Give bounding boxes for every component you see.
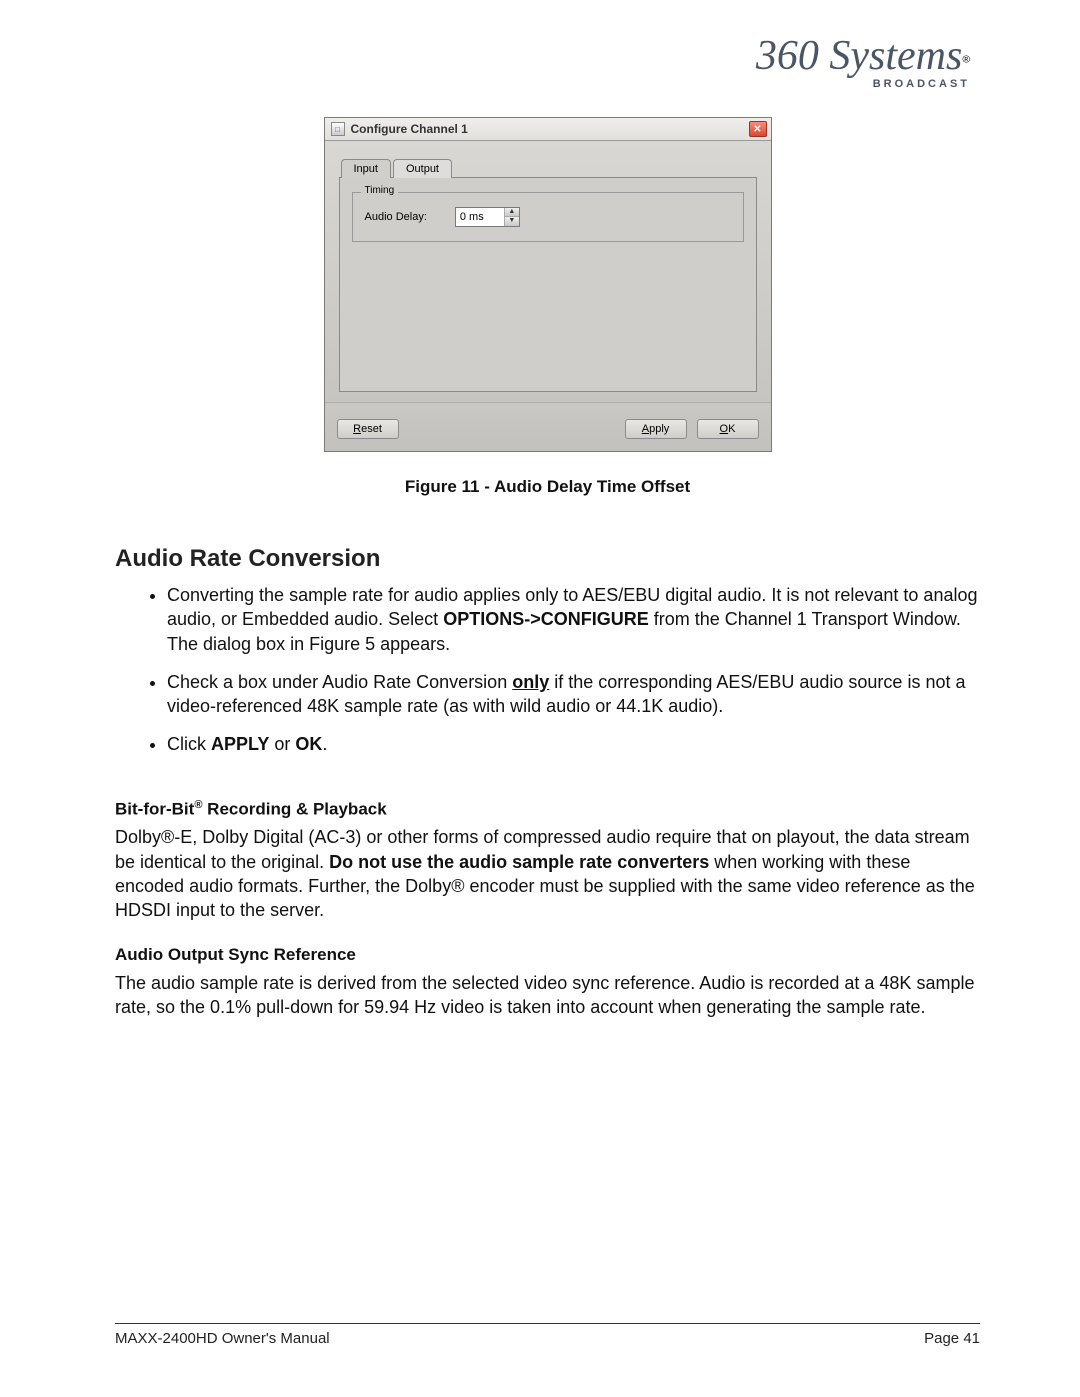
logo-script-text: 360 Systems xyxy=(756,33,962,79)
dialog-titlebar: □ Configure Channel 1 ✕ xyxy=(325,118,771,141)
dialog-title: Configure Channel 1 xyxy=(351,122,749,136)
audio-delay-input[interactable] xyxy=(456,208,504,226)
audio-delay-label: Audio Delay: xyxy=(365,211,427,223)
apply-button[interactable]: Apply xyxy=(625,419,687,439)
figure-caption: Figure 11 - Audio Delay Time Offset xyxy=(115,477,980,497)
timing-legend: Timing xyxy=(361,185,399,196)
paragraph-bit-for-bit: Dolby®-E, Dolby Digital (AC-3) or other … xyxy=(115,825,980,922)
sub-heading-bit-for-bit: Bit-for-Bit® Recording & Playback xyxy=(115,799,980,820)
page: 360 Systems® BROADCAST □ Configure Chann… xyxy=(0,0,1080,1397)
window-icon: □ xyxy=(331,122,345,136)
spinner-up-icon[interactable]: ▲ xyxy=(505,208,519,217)
dialog-footer: Reset Apply OK xyxy=(325,402,771,451)
list-item: Check a box under Audio Rate Conversion … xyxy=(167,670,980,719)
section-title: Audio Rate Conversion xyxy=(115,545,980,573)
ok-button[interactable]: OK xyxy=(697,419,759,439)
dialog-tabs: Input Output xyxy=(339,159,757,178)
brand-logo: 360 Systems® BROADCAST xyxy=(115,40,980,92)
page-footer: MAXX-2400HD Owner's Manual Page 41 xyxy=(115,1324,980,1347)
close-icon[interactable]: ✕ xyxy=(749,121,767,137)
dialog-body: Input Output Timing Audio Delay: ▲ ▼ xyxy=(325,141,771,402)
audio-delay-row: Audio Delay: ▲ ▼ xyxy=(365,207,731,227)
reset-button[interactable]: Reset xyxy=(337,419,399,439)
audio-delay-spinner[interactable]: ▲ ▼ xyxy=(455,207,520,227)
list-item: Converting the sample rate for audio app… xyxy=(167,583,980,656)
tab-output[interactable]: Output xyxy=(393,159,452,178)
tab-panel-output: Timing Audio Delay: ▲ ▼ xyxy=(339,177,757,392)
dialog-figure: □ Configure Channel 1 ✕ Input Output Tim… xyxy=(115,117,980,452)
timing-fieldset: Timing Audio Delay: ▲ ▼ xyxy=(352,192,744,242)
spinner-down-icon[interactable]: ▼ xyxy=(505,217,519,226)
footer-right: Page 41 xyxy=(924,1330,980,1347)
spinner-buttons: ▲ ▼ xyxy=(504,208,519,226)
logo-registered: ® xyxy=(962,55,970,66)
paragraph-audio-output-sync: The audio sample rate is derived from th… xyxy=(115,971,980,1020)
sub-heading-audio-output-sync: Audio Output Sync Reference xyxy=(115,945,980,965)
body-bullet-list: Converting the sample rate for audio app… xyxy=(115,583,980,771)
tab-input[interactable]: Input xyxy=(341,159,391,178)
configure-channel-dialog: □ Configure Channel 1 ✕ Input Output Tim… xyxy=(324,117,772,452)
footer-left: MAXX-2400HD Owner's Manual xyxy=(115,1330,330,1347)
list-item: Click APPLY or OK. xyxy=(167,732,980,756)
logo-subtext: BROADCAST xyxy=(873,78,970,90)
